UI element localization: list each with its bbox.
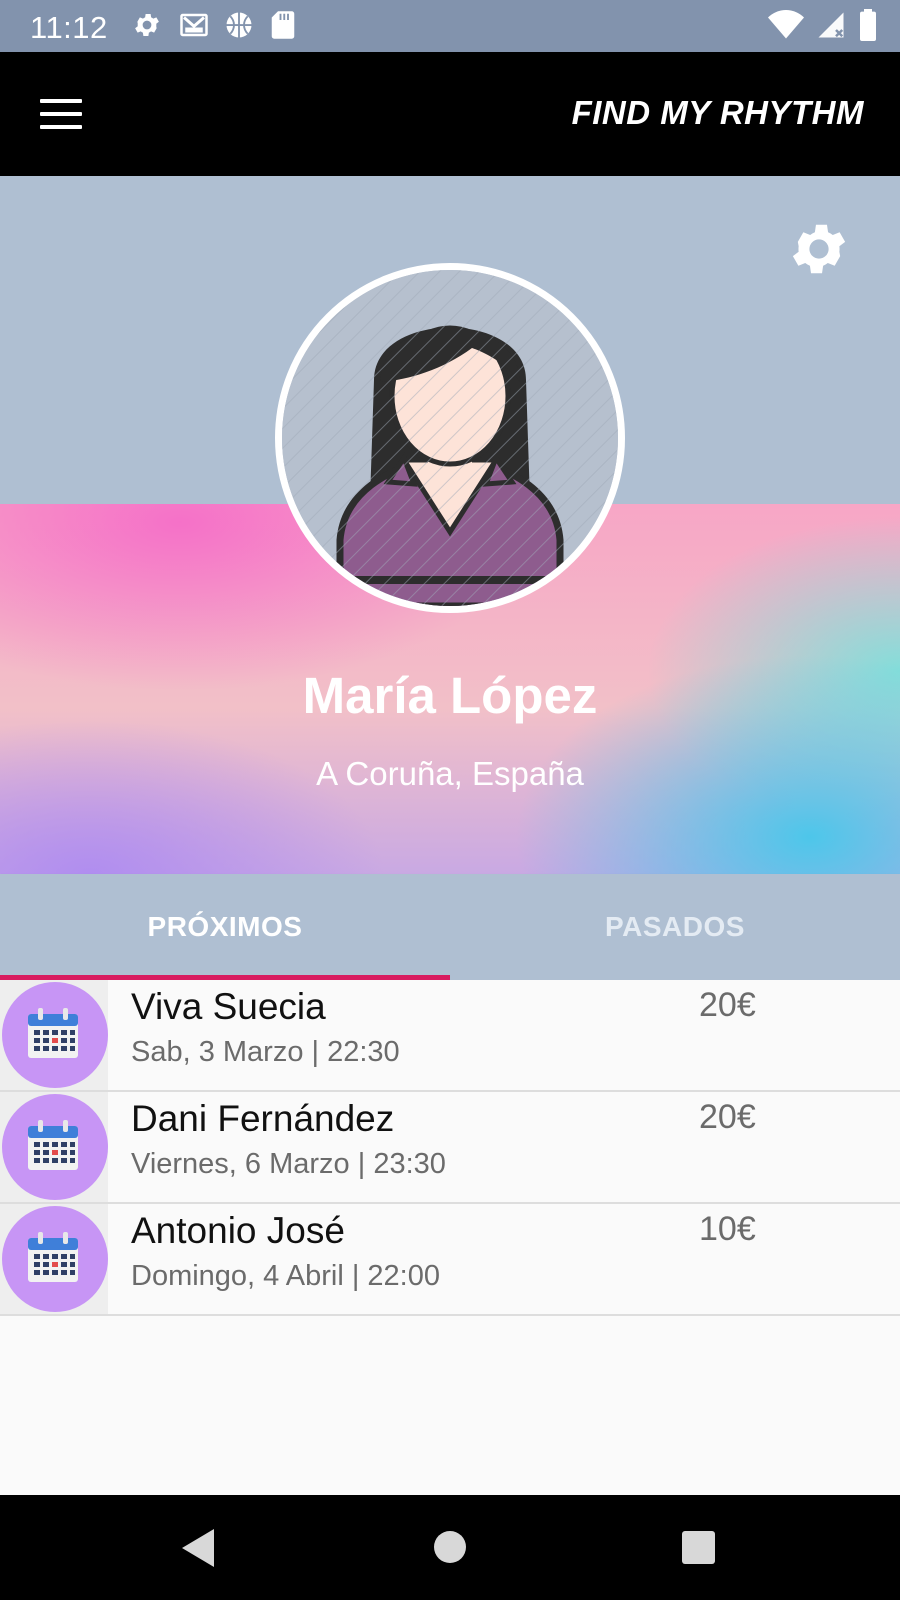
event-tabs: PRÓXIMOS PASADOS bbox=[0, 874, 900, 980]
event-price: 10€ bbox=[699, 1210, 756, 1248]
event-date: Viernes, 6 Marzo | 23:30 bbox=[131, 1148, 446, 1180]
recents-icon[interactable] bbox=[682, 1531, 715, 1564]
status-time: 11:12 bbox=[30, 10, 108, 45]
settings-notification-icon bbox=[132, 10, 164, 42]
event-price: 20€ bbox=[699, 986, 756, 1024]
event-price: 20€ bbox=[699, 1098, 756, 1136]
event-thumbnail bbox=[0, 980, 108, 1090]
list-item[interactable]: Dani Fernández Viernes, 6 Marzo | 23:30 … bbox=[0, 1092, 900, 1204]
event-name: Dani Fernández bbox=[131, 1098, 395, 1139]
sd-card-icon bbox=[270, 10, 302, 42]
status-system-icons bbox=[768, 9, 878, 46]
status-bar: 11:12 bbox=[0, 0, 900, 52]
event-name: Viva Suecia bbox=[131, 986, 326, 1027]
event-name: Antonio José bbox=[131, 1210, 345, 1251]
female-avatar-icon[interactable] bbox=[275, 263, 625, 613]
calendar-icon bbox=[28, 1120, 78, 1170]
basketball-icon bbox=[224, 10, 256, 42]
tab-upcoming[interactable]: PRÓXIMOS bbox=[0, 874, 450, 980]
home-icon[interactable] bbox=[434, 1531, 466, 1563]
app-bar: FIND MY RHYTHM bbox=[0, 52, 900, 176]
status-notification-icons bbox=[132, 10, 302, 42]
calendar-icon bbox=[28, 1008, 78, 1058]
event-date: Sab, 3 Marzo | 22:30 bbox=[131, 1036, 400, 1068]
system-nav-bar bbox=[0, 1495, 900, 1600]
app-title: FIND MY RHYTHM bbox=[571, 94, 864, 131]
tab-past[interactable]: PASADOS bbox=[450, 874, 900, 980]
calendar-icon bbox=[28, 1232, 78, 1282]
gmail-icon bbox=[178, 10, 210, 42]
list-item[interactable]: Viva Suecia Sab, 3 Marzo | 22:30 20€ bbox=[0, 980, 900, 1092]
signal-icon bbox=[816, 10, 846, 45]
wifi-icon bbox=[768, 10, 804, 45]
profile-name: María López bbox=[302, 667, 598, 724]
list-item[interactable]: Antonio José Domingo, 4 Abril | 22:00 10… bbox=[0, 1204, 900, 1316]
back-icon[interactable] bbox=[182, 1529, 214, 1567]
event-date: Domingo, 4 Abril | 22:00 bbox=[131, 1260, 440, 1292]
event-list: Viva Suecia Sab, 3 Marzo | 22:30 20€ Dan… bbox=[0, 980, 900, 1316]
profile-location: A Coruña, España bbox=[316, 755, 584, 792]
event-thumbnail bbox=[0, 1204, 108, 1314]
gear-icon[interactable] bbox=[786, 216, 852, 282]
event-thumbnail bbox=[0, 1092, 108, 1202]
hamburger-menu-icon[interactable] bbox=[40, 99, 82, 129]
battery-icon bbox=[858, 9, 878, 46]
